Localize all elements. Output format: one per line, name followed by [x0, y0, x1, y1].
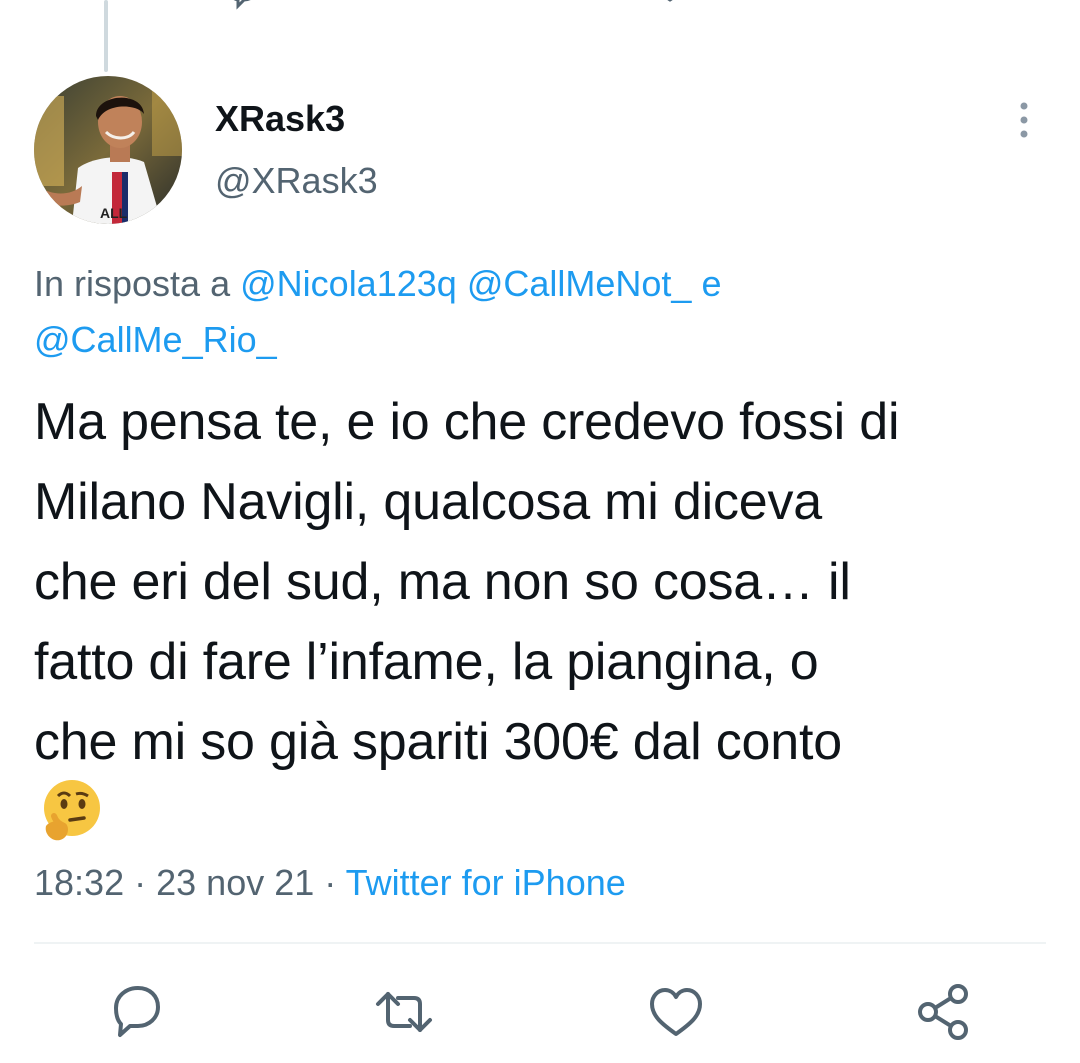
heart-icon[interactable]	[650, 0, 690, 14]
tweet-time: 18:32	[34, 862, 125, 903]
tweet-text-line: che mi so già spariti 300€ dal conto	[34, 713, 842, 771]
divider	[34, 942, 1046, 944]
display-name[interactable]: XRask3	[215, 98, 345, 140]
mention-link[interactable]: @CallMeNot_	[467, 263, 692, 304]
tweet-text-line: Milano Navigli, qualcosa mi diceva	[34, 473, 823, 531]
retweet-icon[interactable]	[372, 980, 436, 1044]
mention-link[interactable]: @CallMe_Rio_	[34, 319, 277, 360]
reply-icon[interactable]	[104, 980, 168, 1044]
avatar-image: ALL	[34, 76, 182, 224]
tweet-source-link[interactable]: Twitter for iPhone	[346, 862, 626, 903]
thread-connector-line	[104, 0, 108, 72]
avatar[interactable]: ALL	[34, 76, 182, 224]
retweet-icon[interactable]	[430, 0, 470, 14]
meta-separator: ·	[134, 862, 147, 903]
meta-separator: ·	[324, 862, 337, 903]
tweet-detail-screen: ALL XRask3 @XRask3 In risposta a @Nicola…	[0, 0, 1080, 1063]
previous-tweet-actions	[0, 0, 1080, 18]
reply-icon[interactable]	[222, 0, 262, 14]
tweet-text-line: Ma pensa te, e io che credevo fossi di	[34, 393, 900, 451]
tweet-text-line: che eri del sud, ma non so cosa… il	[34, 553, 851, 611]
tweet-action-bar	[0, 980, 1080, 1050]
username-handle[interactable]: @XRask3	[215, 160, 378, 202]
svg-text:ALL: ALL	[100, 205, 128, 221]
thinking-face-emoji-icon	[44, 780, 100, 841]
more-options-icon[interactable]	[1008, 98, 1040, 142]
reply-context: In risposta a @Nicola123q @CallMeNot_ e …	[34, 256, 1044, 368]
tweet-text: Ma pensa te, e io che credevo fossi di M…	[34, 382, 1054, 782]
reply-prefix: In risposta a	[34, 263, 231, 304]
mention-link[interactable]: @Nicola123q	[240, 263, 457, 304]
tweet-date: 23 nov 21	[156, 862, 315, 903]
tweet-metadata: 18:32 · 23 nov 21 · Twitter for iPhone	[34, 862, 626, 904]
share-icon[interactable]	[880, 0, 920, 14]
tweet-text-line: fatto di fare l’infame, la piangina, o	[34, 633, 819, 691]
heart-icon[interactable]	[644, 980, 708, 1044]
share-icon[interactable]	[912, 980, 976, 1044]
reply-conjunction: e	[701, 263, 722, 304]
